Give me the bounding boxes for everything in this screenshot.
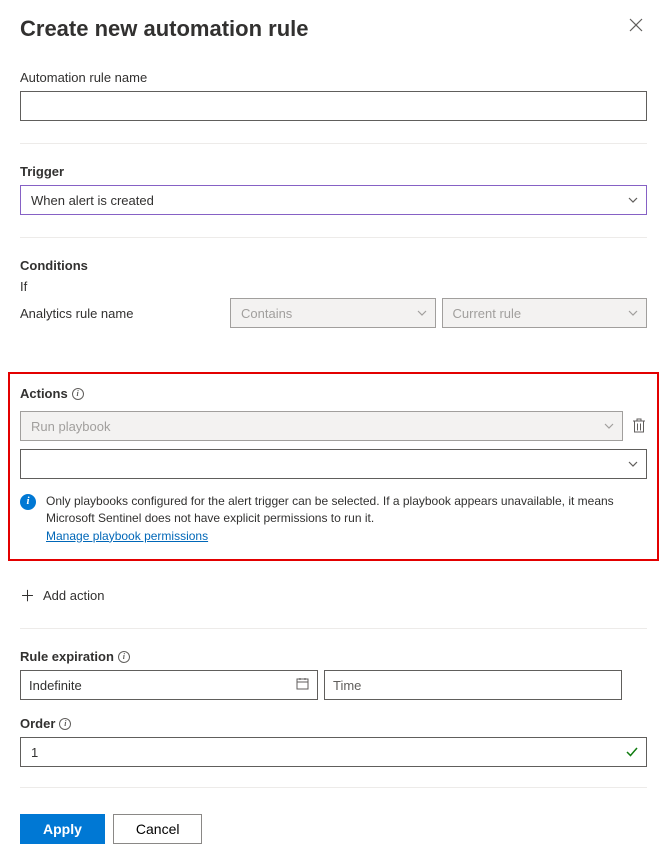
actions-label: Actions i: [20, 386, 647, 401]
plus-icon: ＋: [20, 585, 35, 606]
info-icon[interactable]: i: [118, 651, 130, 663]
delete-action-button[interactable]: [631, 418, 647, 434]
close-icon: [629, 18, 643, 32]
trigger-select[interactable]: When alert is created: [20, 185, 647, 215]
info-icon[interactable]: i: [59, 718, 71, 730]
divider: [20, 143, 647, 144]
chevron-down-icon: [604, 421, 614, 431]
condition-value: Current rule: [453, 306, 522, 321]
apply-button[interactable]: Apply: [20, 814, 105, 844]
condition-field-label: Analytics rule name: [20, 306, 224, 321]
rule-name-input[interactable]: [20, 91, 647, 121]
chevron-down-icon: [628, 459, 638, 469]
trigger-value: When alert is created: [31, 193, 154, 208]
order-select[interactable]: 1: [20, 737, 647, 767]
playbook-info-text: Only playbooks configured for the alert …: [46, 493, 647, 545]
conditions-label: Conditions: [20, 258, 647, 273]
chevron-down-icon: [417, 308, 427, 318]
divider: [20, 628, 647, 629]
chevron-down-icon: [628, 308, 638, 318]
expiration-time-input[interactable]: Time: [324, 670, 622, 700]
order-label-text: Order: [20, 716, 55, 731]
condition-operator-value: Contains: [241, 306, 292, 321]
cancel-button[interactable]: Cancel: [113, 814, 203, 844]
info-badge-icon: i: [20, 494, 36, 510]
order-label: Order i: [20, 716, 647, 731]
trigger-label: Trigger: [20, 164, 647, 179]
divider: [20, 787, 647, 788]
calendar-icon: [296, 677, 309, 693]
checkmark-icon: [626, 745, 638, 760]
expiration-date-input[interactable]: Indefinite: [20, 670, 318, 700]
expiration-time-placeholder: Time: [333, 678, 361, 693]
actions-label-text: Actions: [20, 386, 68, 401]
close-button[interactable]: [625, 16, 647, 39]
condition-operator-select[interactable]: Contains: [230, 298, 436, 328]
chevron-down-icon: [628, 195, 638, 205]
playbook-action-value: Run playbook: [31, 419, 111, 434]
playbook-action-select[interactable]: Run playbook: [20, 411, 623, 441]
add-action-button[interactable]: ＋ Add action: [20, 585, 647, 606]
info-icon[interactable]: i: [72, 388, 84, 400]
rule-name-label: Automation rule name: [20, 70, 647, 85]
add-action-label: Add action: [43, 588, 104, 603]
expiration-date-value: Indefinite: [29, 678, 82, 693]
divider: [20, 237, 647, 238]
page-title: Create new automation rule: [20, 16, 309, 42]
expiration-label: Rule expiration i: [20, 649, 647, 664]
order-value: 1: [31, 745, 38, 760]
actions-section: Actions i Run playbook i Only playbooks …: [8, 372, 659, 561]
playbook-secondary-select[interactable]: [20, 449, 647, 479]
condition-value-select[interactable]: Current rule: [442, 298, 648, 328]
trash-icon: [632, 418, 646, 434]
manage-permissions-link[interactable]: Manage playbook permissions: [46, 529, 208, 543]
conditions-if-label: If: [20, 279, 647, 294]
expiration-label-text: Rule expiration: [20, 649, 114, 664]
info-text-content: Only playbooks configured for the alert …: [46, 494, 614, 525]
